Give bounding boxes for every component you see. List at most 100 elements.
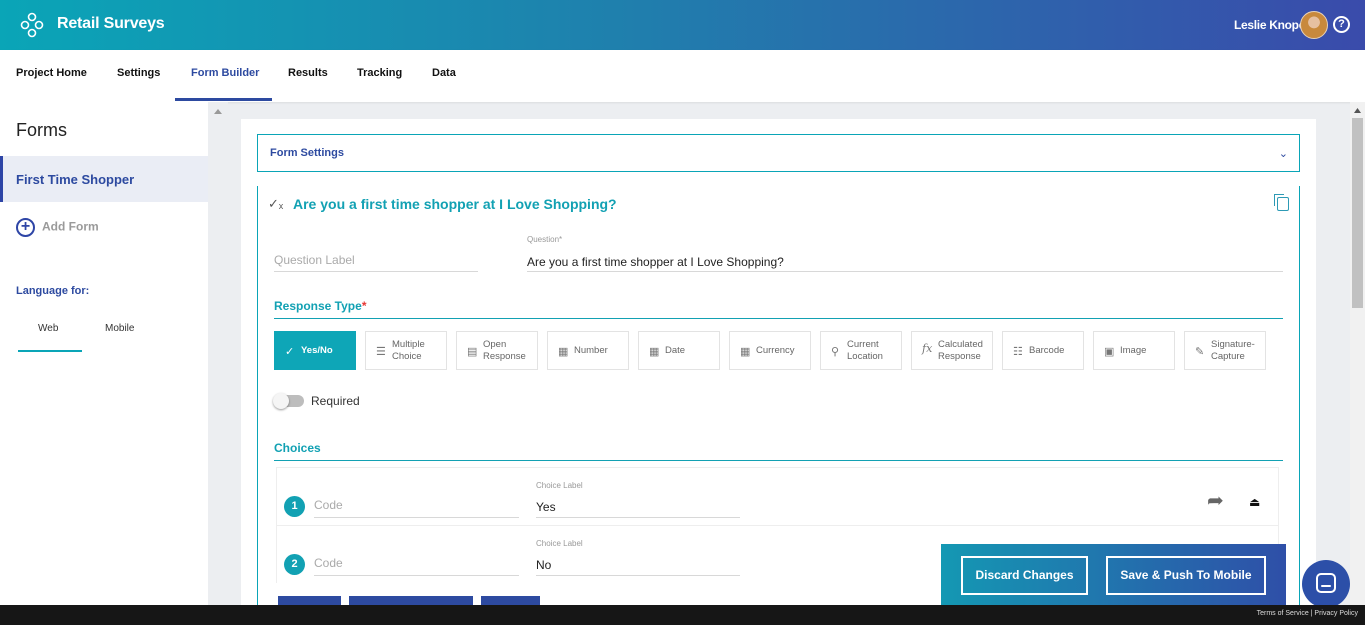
question-caption: Question*	[527, 235, 563, 244]
discard-changes-button[interactable]: Discard Changes	[961, 556, 1088, 595]
sidebar-scrollbar[interactable]	[208, 102, 228, 605]
fx-icon: fx	[922, 342, 933, 355]
question-field[interactable]: Are you a first time shopper at I Love S…	[527, 250, 1283, 272]
required-toggle[interactable]	[273, 393, 304, 409]
choice-code-placeholder: Code	[314, 498, 343, 512]
response-type-currency[interactable]: ▦ Currency	[729, 331, 811, 370]
footer: Terms of Service | Privacy Policy	[0, 605, 1365, 625]
response-type-calculated-response[interactable]: fx Calculated Response	[911, 331, 993, 370]
question-title: Are you a first time shopper at I Love S…	[293, 196, 617, 212]
action-bar: Discard Changes Save & Push To Mobile	[941, 544, 1286, 605]
choice-label-caption: Choice Label	[536, 481, 583, 490]
tab-form-builder[interactable]: Form Builder	[191, 67, 259, 79]
response-type-image[interactable]: ▣ Image	[1093, 331, 1175, 370]
add-form-label: Add Form	[42, 219, 99, 234]
response-type-multiple-choice[interactable]: ☰ Multiple Choice	[365, 331, 447, 370]
response-type-label: Number	[574, 344, 608, 356]
choice-code-placeholder: Code	[314, 556, 343, 570]
choice-label-field[interactable]: No	[536, 553, 740, 576]
divider	[274, 318, 1283, 319]
choices-heading: Choices	[274, 441, 321, 455]
choice-code-field[interactable]: Code	[314, 553, 519, 576]
pen-icon: ✎	[1195, 346, 1205, 358]
save-push-button[interactable]: Save & Push To Mobile	[1106, 556, 1266, 595]
response-type-date[interactable]: ▦ Date	[638, 331, 720, 370]
sidebar-item-label: First Time Shopper	[16, 172, 135, 187]
user-name[interactable]: Leslie Knope	[1234, 18, 1305, 32]
scrollbar-thumb[interactable]	[1352, 118, 1363, 308]
response-type-heading: Response Type*	[274, 299, 366, 313]
scroll-up-arrow-icon[interactable]	[1350, 102, 1365, 116]
tab-results[interactable]: Results	[288, 67, 328, 79]
tab-language-mobile[interactable]: Mobile	[105, 323, 134, 334]
question-value: Are you a first time shopper at I Love S…	[527, 255, 784, 269]
divider	[274, 460, 1283, 461]
eject-triangle-icon[interactable]: ⏏	[1249, 495, 1260, 509]
question-label-placeholder: Question Label	[274, 253, 355, 267]
choice-number-badge: 2	[284, 554, 305, 575]
response-type-barcode[interactable]: ☷ Barcode	[1002, 331, 1084, 370]
response-type-yes-no[interactable]: ✓ Yes/No	[274, 331, 356, 370]
chat-icon	[1316, 573, 1336, 593]
calculator-icon: ▦	[558, 346, 569, 358]
form-settings-label: Form Settings	[270, 147, 344, 159]
calculator-icon: ▦	[740, 346, 751, 358]
language-tab-indicator	[18, 350, 82, 352]
tab-data[interactable]: Data	[432, 67, 456, 79]
partial-button[interactable]	[349, 596, 473, 605]
top-bar: Retail Surveys Leslie Knope ?	[0, 0, 1365, 50]
response-type-current-location[interactable]: ⚲ Current Location	[820, 331, 902, 370]
choice-code-field[interactable]: Code	[314, 495, 519, 518]
choice-number-badge: 1	[284, 496, 305, 517]
partial-button[interactable]	[481, 596, 540, 605]
language-label: Language for:	[16, 285, 90, 297]
nav-tabs: Project Home Settings Form Builder Resul…	[0, 50, 1365, 102]
chevron-down-icon: ⌄	[1278, 148, 1288, 160]
response-type-label: Response Type	[274, 299, 362, 313]
list-icon: ☰	[376, 346, 386, 358]
scroll-up-arrow-icon[interactable]	[208, 102, 228, 116]
tab-project-home[interactable]: Project Home	[16, 67, 87, 79]
required-label: Required	[311, 394, 360, 408]
response-type-label: Current Location	[847, 338, 883, 362]
question-label-field[interactable]: Question Label	[274, 250, 478, 272]
check-x-icon: ✓ₓ	[268, 196, 284, 211]
tab-tracking[interactable]: Tracking	[357, 67, 402, 79]
tab-language-web[interactable]: Web	[38, 323, 58, 334]
add-form-button[interactable]: + Add Form	[16, 218, 99, 237]
camera-icon: ▣	[1104, 346, 1115, 358]
tab-settings[interactable]: Settings	[117, 67, 160, 79]
response-type-label: Image	[1120, 344, 1147, 356]
required-asterisk: *	[361, 299, 367, 313]
text-box-icon: ▤	[467, 346, 478, 358]
response-type-signature-capture[interactable]: ✎ Signature-Capture	[1184, 331, 1266, 370]
sidebar-item-first-time-shopper[interactable]: First Time Shopper	[0, 156, 208, 202]
location-pin-icon: ⚲	[831, 346, 840, 358]
barcode-icon: ☷	[1013, 346, 1023, 358]
share-arrow-icon[interactable]: ➦	[1207, 488, 1224, 513]
avatar[interactable]	[1300, 11, 1328, 39]
forms-heading: Forms	[16, 120, 67, 140]
choice-label-field[interactable]: Yes	[536, 495, 740, 518]
chat-button[interactable]	[1302, 560, 1350, 608]
toggle-knob	[273, 393, 289, 409]
form-settings-accordion[interactable]: Form Settings ⌄	[257, 134, 1300, 172]
choice-label-caption: Choice Label	[536, 539, 583, 548]
footer-links[interactable]: Terms of Service | Privacy Policy	[1257, 610, 1358, 617]
choice-label-value: Yes	[536, 500, 556, 514]
app-logo-icon[interactable]	[20, 12, 44, 38]
calendar-icon: ▦	[649, 346, 660, 358]
response-type-label: Yes/No	[301, 344, 333, 356]
response-type-label: Multiple Choice	[392, 338, 425, 362]
response-type-open-response[interactable]: ▤ Open Response	[456, 331, 538, 370]
help-icon[interactable]: ?	[1333, 16, 1350, 33]
copy-icon[interactable]	[1274, 194, 1289, 211]
response-type-label: Currency	[756, 344, 795, 356]
app-title[interactable]: Retail Surveys	[57, 15, 165, 33]
response-type-label: Barcode	[1029, 344, 1065, 356]
response-type-number[interactable]: ▦ Number	[547, 331, 629, 370]
choice-label-value: No	[536, 558, 552, 572]
check-x-icon: ✓	[285, 346, 295, 358]
response-type-label: Date	[665, 344, 686, 356]
partial-button[interactable]	[278, 596, 341, 605]
